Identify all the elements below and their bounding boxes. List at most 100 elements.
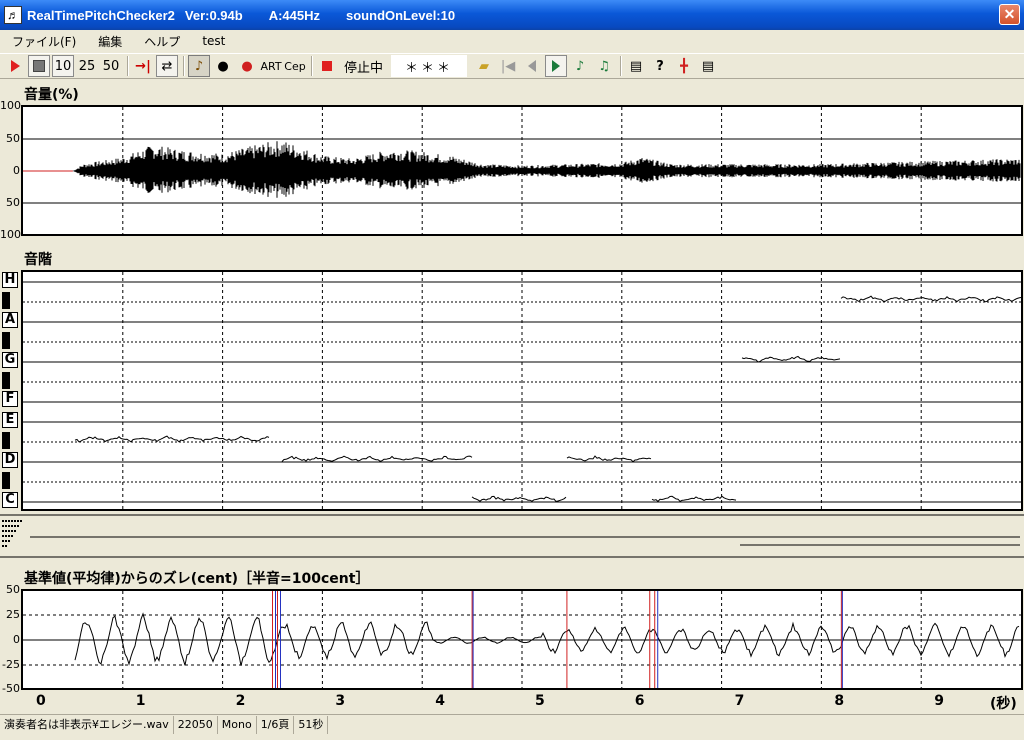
record-icon bbox=[322, 61, 332, 71]
art-button[interactable]: ART bbox=[260, 55, 282, 77]
scale-panel-title: 音階 bbox=[24, 252, 52, 268]
app-icon: ♬ bbox=[4, 6, 22, 24]
printer-setup-icon: ▤ bbox=[701, 58, 715, 74]
status-bar: 演奏者名は非表示¥エレジー.wav 22050 Mono 1/6頁 51秒 bbox=[0, 714, 1024, 734]
marker-button[interactable]: ╋ bbox=[673, 55, 695, 77]
black-key bbox=[2, 332, 10, 349]
menu-test[interactable]: test bbox=[198, 33, 229, 49]
cep-button[interactable]: Cep bbox=[284, 55, 306, 77]
stop-button[interactable] bbox=[28, 55, 50, 77]
note-label-a: A bbox=[2, 312, 18, 328]
deviation-chart[interactable] bbox=[21, 589, 1023, 690]
volume-ytick: 50 bbox=[6, 196, 20, 209]
marker-icon: ╋ bbox=[680, 58, 688, 74]
volume-ytick: 100 bbox=[0, 228, 21, 241]
folder-icon: ▰ bbox=[479, 58, 490, 74]
note-label-f: F bbox=[2, 391, 18, 407]
record-button[interactable] bbox=[316, 55, 338, 77]
toolbar-separator bbox=[311, 56, 313, 76]
status-filename: 演奏者名は非表示¥エレジー.wav bbox=[0, 715, 174, 734]
loop-icon: ⇄ bbox=[161, 58, 173, 74]
volume-panel-title: 音量(%) bbox=[24, 87, 79, 103]
status-page: 1/6頁 bbox=[257, 715, 295, 734]
overview-strip[interactable] bbox=[0, 513, 1024, 559]
volume-ytick: 100 bbox=[0, 99, 21, 112]
help-button[interactable]: ? bbox=[649, 55, 671, 77]
title-bar: ♬ RealTimePitchChecker2 Ver:0.94b A:445H… bbox=[0, 0, 1024, 30]
violin-icon: ♪ bbox=[194, 58, 204, 74]
next-page-button[interactable] bbox=[545, 55, 568, 77]
person-red-icon: ● bbox=[241, 58, 253, 74]
note-outline-button[interactable]: ♫ bbox=[593, 55, 615, 77]
volume-ytick: 0 bbox=[13, 164, 20, 177]
status-sample-rate: 22050 bbox=[174, 715, 218, 734]
x-tick-label: 5 bbox=[535, 693, 545, 709]
note-label-g: G bbox=[2, 352, 18, 368]
print-setup-button[interactable]: ▤ bbox=[697, 55, 719, 77]
deviation-panel-title: 基準値(平均律)からのズレ(cent)［半音=100cent］ bbox=[24, 571, 370, 587]
person-black-button[interactable]: ● bbox=[212, 55, 234, 77]
violin-mode-button[interactable]: ♪ bbox=[188, 55, 210, 77]
volume-waveform-path bbox=[72, 141, 1021, 198]
deviation-trace bbox=[23, 591, 1021, 688]
volume-chart[interactable] bbox=[21, 105, 1023, 236]
menu-help[interactable]: ヘルプ bbox=[140, 32, 184, 51]
x-tick-label: 1 bbox=[135, 693, 146, 709]
prev-page-icon bbox=[528, 60, 537, 72]
first-page-button[interactable]: |◀ bbox=[497, 55, 519, 77]
x-axis-unit: (秒) bbox=[990, 696, 1017, 712]
x-tick-label: 0 bbox=[36, 693, 46, 709]
loop-button[interactable]: ⇄ bbox=[156, 55, 178, 77]
toolbar: 10 25 50 →| ⇄ ♪ ● ● ART Cep 停止中 ＊＊＊ ▰ |◀… bbox=[0, 53, 1024, 79]
x-tick-label: 8 bbox=[834, 693, 845, 709]
next-page-icon bbox=[552, 60, 561, 72]
black-key bbox=[2, 372, 10, 389]
printer-icon: ▤ bbox=[629, 58, 643, 74]
x-tick-label: 2 bbox=[235, 693, 246, 709]
pitch-chart[interactable] bbox=[21, 270, 1023, 511]
deviation-ytick: -25 bbox=[2, 658, 20, 671]
stop-icon bbox=[33, 60, 45, 72]
speed-25-button[interactable]: 25 bbox=[76, 55, 98, 77]
menu-edit[interactable]: 編集 bbox=[94, 32, 126, 51]
skip-end-button[interactable]: →| bbox=[132, 55, 154, 77]
speed-50-button[interactable]: 50 bbox=[100, 55, 122, 77]
play-icon bbox=[10, 60, 20, 72]
status-channels: Mono bbox=[218, 715, 257, 734]
note-label-e: E bbox=[2, 412, 18, 428]
note-label-d: D bbox=[2, 452, 18, 468]
toolbar-separator bbox=[620, 56, 623, 76]
title-app-name: RealTimePitchChecker2 bbox=[27, 7, 175, 23]
person-icon: ● bbox=[217, 58, 229, 74]
toolbar-separator bbox=[183, 56, 185, 76]
menu-file[interactable]: ファイル(F) bbox=[8, 32, 80, 51]
person-red-button[interactable]: ● bbox=[236, 55, 258, 77]
black-key bbox=[2, 432, 10, 449]
play-button[interactable] bbox=[4, 55, 26, 77]
note-label-c: C bbox=[2, 492, 18, 508]
first-page-icon: |◀ bbox=[500, 58, 516, 74]
black-key bbox=[2, 292, 10, 309]
title-version: Ver:0.94b bbox=[184, 7, 243, 23]
pitch-display: ＊＊＊ bbox=[391, 55, 468, 77]
note-outline-icon: ♫ bbox=[598, 58, 610, 74]
note-green-button[interactable]: ♪ bbox=[569, 55, 591, 77]
title-pitch-reference: A:445Hz bbox=[268, 7, 321, 23]
prev-page-button[interactable] bbox=[521, 55, 543, 77]
open-folder-button[interactable]: ▰ bbox=[473, 55, 495, 77]
print-button[interactable]: ▤ bbox=[625, 55, 647, 77]
deviation-ytick: 0 bbox=[13, 633, 20, 646]
state-label: 停止中 bbox=[344, 60, 384, 76]
toolbar-separator bbox=[127, 56, 129, 76]
help-icon: ? bbox=[656, 58, 664, 74]
status-duration: 51秒 bbox=[294, 715, 329, 734]
volume-waveform bbox=[23, 107, 1021, 234]
skip-end-icon: →| bbox=[135, 58, 151, 74]
speed-10-button[interactable]: 10 bbox=[52, 55, 74, 77]
deviation-ytick: -50 bbox=[2, 682, 20, 695]
pitch-trace bbox=[23, 272, 1021, 509]
deviation-ytick: 50 bbox=[6, 583, 20, 596]
overview-strip-graphic bbox=[0, 514, 1024, 558]
x-tick-label: 9 bbox=[934, 693, 944, 709]
close-button[interactable]: ✕ bbox=[999, 4, 1020, 25]
